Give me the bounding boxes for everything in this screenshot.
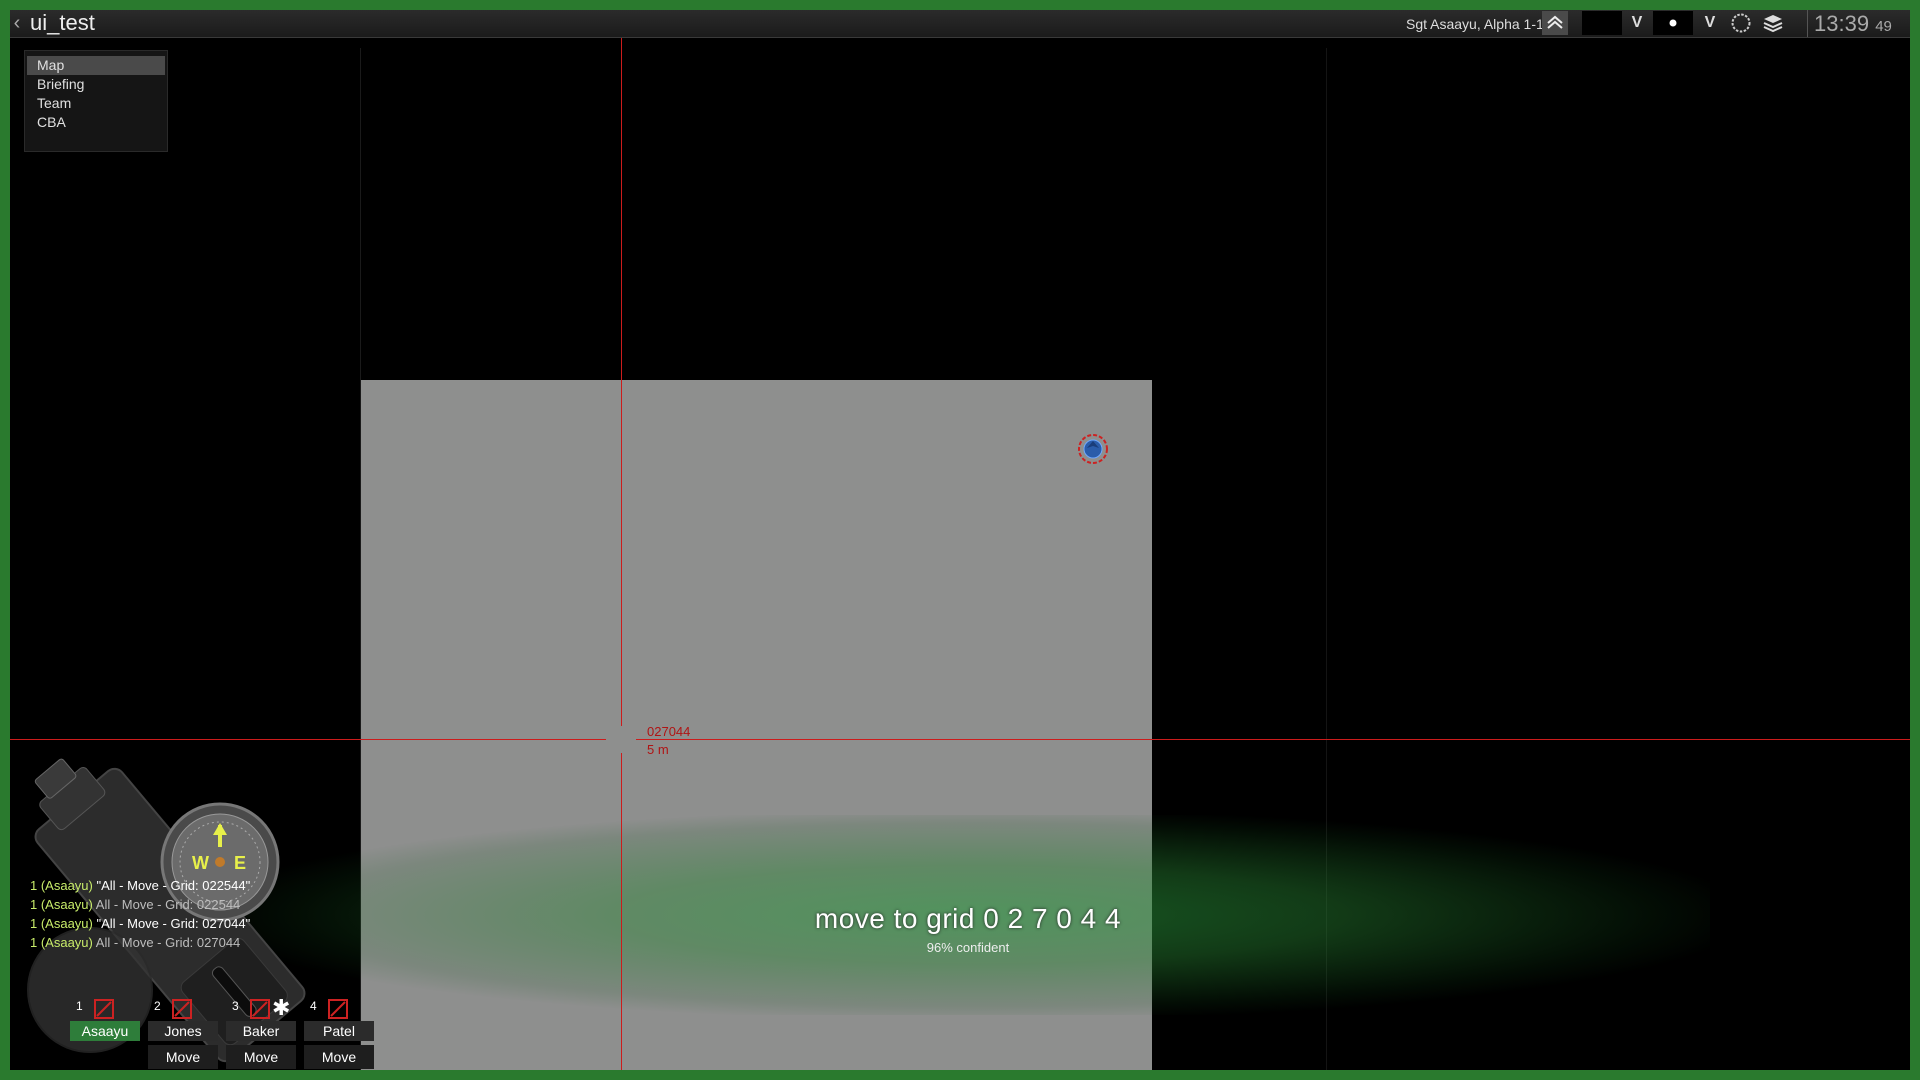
member-name[interactable]: Patel [304, 1021, 374, 1041]
member-order: Move [148, 1045, 218, 1069]
back-icon[interactable]: ‹ [10, 12, 24, 34]
member-order: Move [304, 1045, 374, 1069]
chat-message: 1 (Asaayu) "All - Move - Grid: 027044" [30, 914, 250, 933]
crosshair-gap [619, 726, 624, 753]
unit-status-icon [172, 999, 192, 1019]
grid-distance: 5 m [647, 742, 669, 757]
chat-message: 1 (Asaayu) "All - Move - Grid: 022544" [30, 876, 250, 895]
status-slot [1582, 11, 1622, 35]
crosshair-horizontal [10, 739, 1910, 740]
grid-coordinate: 027044 [647, 724, 691, 739]
game-clock: 13:39 49 [1807, 10, 1892, 37]
team-member-1[interactable]: 1 Asaayu [70, 997, 140, 1070]
member-name[interactable]: Baker [226, 1021, 296, 1041]
menu-item-briefing[interactable]: Briefing [27, 75, 165, 94]
voice-command-text: move to grid 0 2 7 0 4 4 [814, 903, 1122, 934]
chat-message: 1 (Asaayu) All - Move - Grid: 022544 [30, 895, 250, 914]
member-number: 4 [310, 999, 317, 1013]
chat-text: All - Move - Grid: 027044 [95, 935, 241, 950]
chat-text: All - Move - Grid: 022544 [95, 897, 241, 912]
menu-item-team[interactable]: Team [27, 94, 165, 113]
chat-text: "All - Move - Grid: 022544" [96, 878, 251, 893]
member-number: 1 [76, 999, 83, 1013]
member-name[interactable]: Asaayu [70, 1021, 140, 1041]
member-number: 3 [232, 999, 239, 1013]
unit-status-icon [94, 999, 114, 1019]
window-title: ui_test [30, 10, 95, 35]
v-label[interactable]: V [1701, 11, 1719, 35]
clock-seconds: 49 [1875, 18, 1892, 35]
team-member-3[interactable]: 3 ✱ Baker Move [226, 997, 296, 1070]
medic-icon: ✱ [272, 995, 291, 1020]
member-number: 2 [154, 999, 161, 1013]
dot-indicator-icon [1653, 11, 1693, 35]
chat-message: 1 (Asaayu) All - Move - Grid: 027044 [30, 933, 250, 952]
loading-circle-icon[interactable] [1728, 11, 1754, 35]
chat-text: "All - Move - Grid: 027044" [96, 916, 251, 931]
compass-west-label: W [192, 853, 209, 873]
game-viewport: 027044 5 m move to grid 0 2 7 0 4 4 96% … [10, 10, 1910, 1070]
menu-item-cba[interactable]: CBA [27, 113, 165, 132]
chat-sender: 1 (Asaayu) [30, 878, 93, 893]
chat-sender: 1 (Asaayu) [30, 935, 93, 950]
v-label[interactable]: V [1628, 11, 1646, 35]
team-member-2[interactable]: 2 Jones Move [148, 997, 218, 1070]
chat-sender: 1 (Asaayu) [30, 916, 93, 931]
clock-hours-minutes: 13:39 [1814, 11, 1870, 36]
member-order: Move [226, 1045, 296, 1069]
crosshair-vertical [621, 37, 622, 1070]
top-bar: ‹ ui_test Sgt Asaayu, Alpha 1-1 1 V V 13… [10, 10, 1910, 38]
member-name[interactable]: Jones [148, 1021, 218, 1041]
player-position-marker[interactable] [1077, 433, 1109, 465]
map-menu: Map Briefing Team CBA [24, 50, 168, 152]
layers-icon[interactable] [1760, 11, 1786, 35]
unit-status-icon [328, 999, 348, 1019]
menu-item-map[interactable]: Map [27, 56, 165, 75]
unit-status-icon [250, 999, 270, 1019]
grid-readout: 027044 5 m [647, 723, 690, 759]
rank-icon[interactable] [1542, 11, 1568, 35]
team-member-4[interactable]: 4 Patel Move [304, 997, 374, 1070]
chat-log: 1 (Asaayu) "All - Move - Grid: 022544" 1… [30, 876, 250, 952]
chat-sender: 1 (Asaayu) [30, 897, 93, 912]
compass-east-label: E [234, 853, 246, 873]
player-info: Sgt Asaayu, Alpha 1-1 1 [1406, 16, 1556, 32]
voice-command-confidence: 96% confident [926, 940, 1010, 955]
